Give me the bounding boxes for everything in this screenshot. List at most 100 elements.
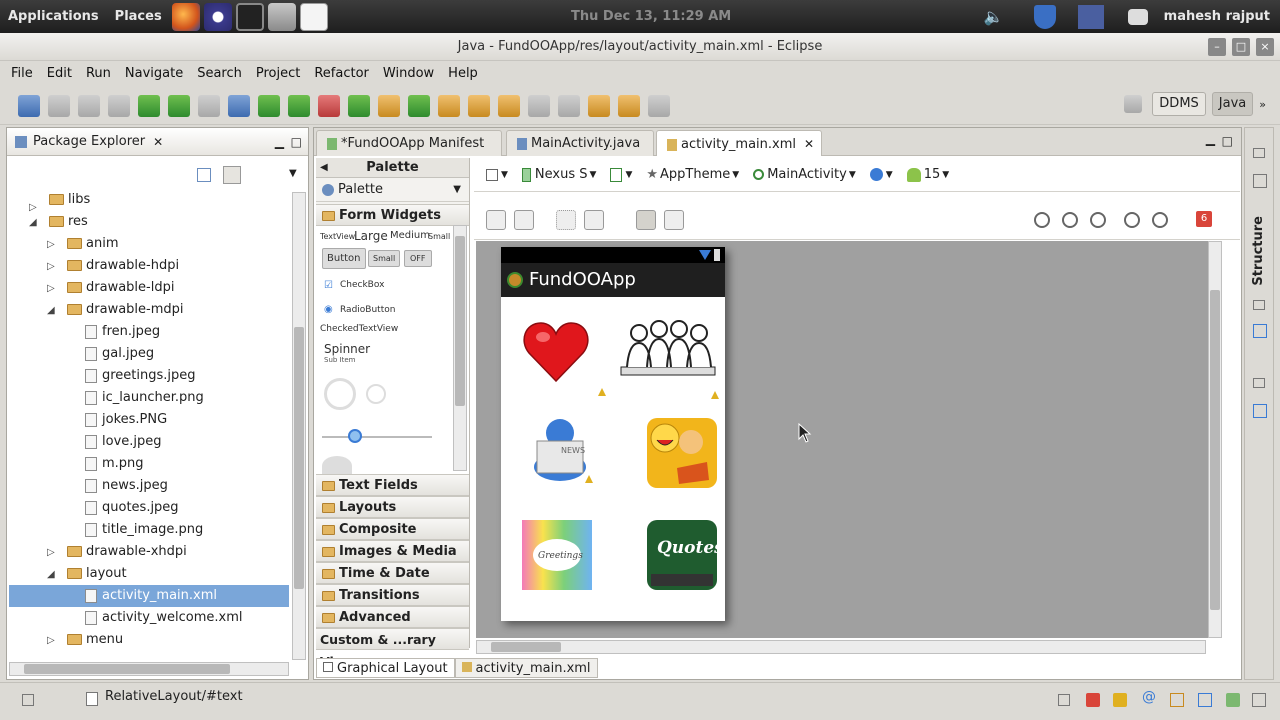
maximize-editor-icon[interactable]: □ [1222,134,1233,148]
tree-item-res[interactable]: ◢ res [29,211,88,233]
home-folder-launcher-icon[interactable] [267,2,296,31]
seekbar-track[interactable] [322,436,432,438]
collapse-arrow-icon[interactable]: ◢ [47,570,55,580]
next-annotation-icon[interactable] [528,94,550,117]
widget-textview[interactable]: TextView [320,232,355,241]
config-chooser[interactable]: ▼ [486,168,508,181]
problems-icon[interactable] [1198,693,1212,707]
minimize-editor-icon[interactable]: ▁ [1206,132,1215,146]
console-icon[interactable] [1058,694,1070,706]
close-tab-icon[interactable]: ✕ [804,137,814,151]
tree-item-file[interactable]: quotes.jpeg [85,497,179,519]
palette-section-custom[interactable]: Custom & ...rary Views [316,628,469,669]
minimize-icon[interactable]: – [1208,38,1226,56]
palette-section-advanced[interactable]: Advanced [316,606,469,628]
palette-section-layouts[interactable]: Layouts [316,496,469,518]
device-chooser[interactable]: Nexus S ▼ [521,167,596,182]
text-editor-launcher-icon[interactable] [299,2,328,31]
zoom-in-icon[interactable] [1152,212,1168,228]
menu-help[interactable]: Help [441,66,485,81]
open-perspective-icon[interactable] [1124,95,1143,113]
tree-item-file[interactable]: activity_welcome.xml [85,607,243,629]
tree-item-file[interactable]: gal.jpeg [85,343,154,365]
tree-item-drawable-hdpi[interactable]: ▷ drawable-hdpi [47,255,179,277]
locale-chooser[interactable]: ▼ [869,168,893,181]
expand-arrow-icon[interactable]: ▷ [47,548,55,558]
tree-icon[interactable] [1253,324,1267,338]
package-explorer-tab[interactable]: Package Explorer ✕ ▁ □ [7,128,308,156]
logcat-icon[interactable] [1113,693,1127,707]
tab-activity-main[interactable]: activity_main.xml ✕ [656,130,822,156]
widget-spinner[interactable]: Spinner [324,342,370,356]
canvas-vscroll[interactable] [1208,241,1222,638]
zoom-fit-icon[interactable] [1034,212,1050,228]
zoom-real-icon[interactable] [1062,212,1078,228]
activity-chooser[interactable]: MainActivity ▼ [753,167,856,182]
tree-item-file[interactable]: ic_launcher.png [85,387,204,409]
last-edit-location-icon[interactable] [588,94,610,117]
menu-search[interactable]: Search [190,66,249,81]
collapse-all-icon[interactable] [197,168,211,182]
collapse-arrow-icon[interactable]: ◢ [47,306,55,316]
widget-large[interactable]: Large [354,229,388,243]
menu-file[interactable]: File [4,66,40,81]
jokes-image[interactable] [647,418,717,488]
greetings-image[interactable]: Greetings [522,520,592,590]
emulate-real-size-icon[interactable] [636,210,656,230]
maximize-view-icon[interactable]: □ [291,135,302,149]
scroll-thumb[interactable] [24,664,230,674]
clock[interactable]: Thu Dec 13, 11:29 AM [571,9,731,24]
quick-contact-badge-icon[interactable] [322,456,352,474]
restore-icon[interactable] [1253,148,1265,158]
palette-section-form-widgets[interactable]: Form Widgets [316,204,469,226]
menu-edit[interactable]: Edit [40,66,79,81]
applications-menu[interactable]: Applications [0,9,107,24]
seekbar-thumb-icon[interactable] [348,429,362,443]
zoom-out-icon[interactable] [1124,212,1140,228]
restore-icon[interactable] [1253,300,1265,310]
tab-xml-source[interactable]: activity_main.xml [454,658,598,678]
external-tools-icon[interactable] [318,94,340,117]
close-icon[interactable]: × [1256,38,1274,56]
widget-small-button[interactable]: Small [368,250,401,267]
menu-navigate[interactable]: Navigate [118,66,190,81]
palette-section-time-date[interactable]: Time & Date [316,562,469,584]
tree-item-drawable-xhdpi[interactable]: ▷ drawable-xhdpi [47,541,187,563]
scroll-thumb[interactable] [1210,290,1220,610]
at-sign-icon[interactable]: @ [1142,689,1156,705]
open-type-icon[interactable] [438,94,460,117]
quotes-image[interactable]: Quotes [647,520,724,590]
places-menu[interactable]: Places [107,9,170,24]
love-image[interactable] [521,317,591,387]
expand-arrow-icon[interactable]: ▷ [47,262,55,272]
palette-vscroll[interactable] [453,225,467,471]
new-java-class-icon[interactable] [408,94,430,117]
tree-item-file[interactable]: fren.jpeg [85,321,160,343]
tree-item-file[interactable]: m.png [85,453,144,475]
widget-medium[interactable]: Medium [390,230,430,241]
toggle-fill-height-icon[interactable] [514,210,534,230]
zoom-100-icon[interactable] [1090,212,1106,228]
debug-icon[interactable] [258,94,280,117]
theme-chooser[interactable]: ★ AppTheme ▼ [646,167,739,182]
scroll-thumb[interactable] [455,236,465,406]
run-icon[interactable] [288,94,310,117]
package-explorer-hscroll[interactable] [9,662,289,676]
menu-refactor[interactable]: Refactor [307,66,376,81]
tree-item-file[interactable]: jokes.PNG [85,409,167,431]
toggle-fill-width-icon[interactable] [486,210,506,230]
tab-mainactivity[interactable]: MainActivity.java [506,130,654,156]
tab-graphical-layout[interactable]: Graphical Layout [316,658,455,678]
menu-run[interactable]: Run [79,66,118,81]
coverage-icon[interactable] [348,94,370,117]
previous-annotation-icon[interactable] [558,94,580,117]
widget-radiobutton[interactable]: RadioButton [340,305,395,315]
user-menu[interactable]: mahesh rajput [1156,9,1280,24]
firefox-launcher-icon[interactable] [171,2,200,31]
close-view-icon[interactable]: ✕ [153,135,163,149]
collapse-palette-icon[interactable]: ◀ [320,158,328,178]
friends-image[interactable] [619,317,717,387]
open-task-icon[interactable] [468,94,490,117]
properties-icon[interactable] [1253,404,1267,418]
widget-small[interactable]: Small [428,232,450,241]
